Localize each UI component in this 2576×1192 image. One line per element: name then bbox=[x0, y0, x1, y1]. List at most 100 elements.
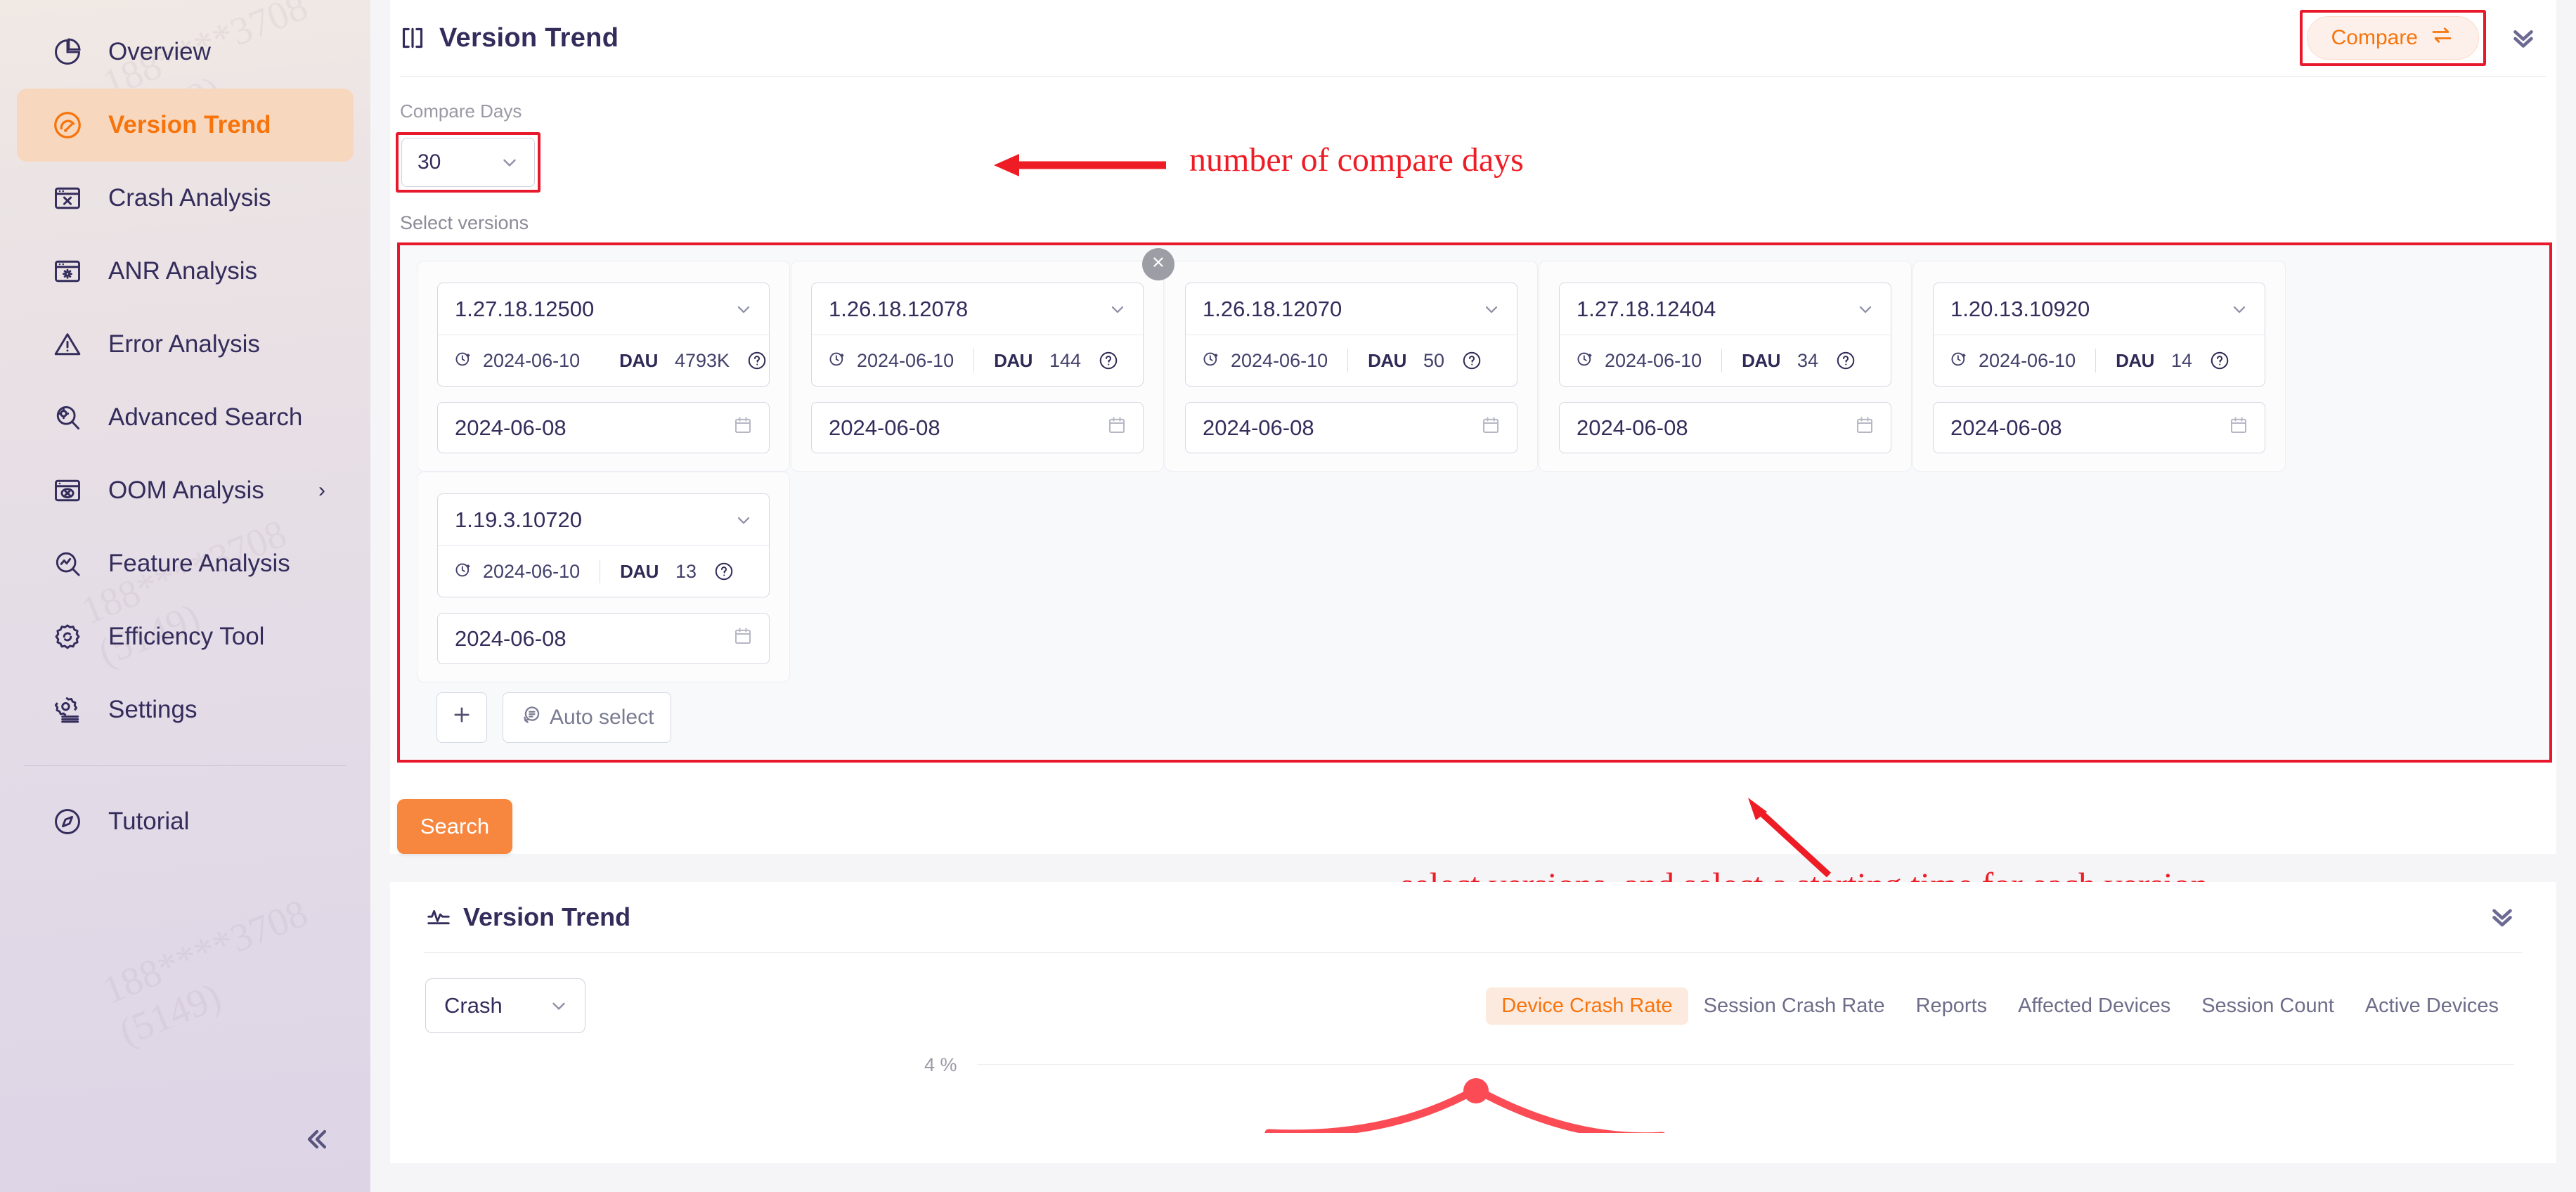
question-circle-icon[interactable] bbox=[2209, 350, 2230, 371]
chevron-right-icon[interactable]: › bbox=[318, 480, 325, 501]
sidebar-item-feature-analysis[interactable]: Feature Analysis bbox=[17, 527, 354, 600]
search-button[interactable]: Search bbox=[397, 799, 512, 854]
gear-refresh-icon bbox=[50, 619, 85, 654]
sidebar-item-label: Version Trend bbox=[108, 111, 271, 138]
chevron-down-icon bbox=[734, 299, 753, 319]
question-circle-icon[interactable] bbox=[713, 561, 734, 582]
chart-line-series bbox=[1264, 1078, 1665, 1133]
sidebar-item-label: Error Analysis bbox=[108, 330, 260, 358]
version-card: 1.19.3.10720 2024-06-10 DAU 13 2024-06-0… bbox=[417, 472, 790, 682]
window-spinner-icon bbox=[50, 254, 85, 289]
start-date-picker[interactable]: 2024-06-08 bbox=[437, 402, 770, 453]
sidebar-item-tutorial[interactable]: Tutorial bbox=[17, 785, 354, 858]
dau-label: DAU bbox=[619, 349, 658, 371]
start-date-picker[interactable]: 2024-06-08 bbox=[437, 613, 770, 664]
compare-days-select[interactable]: 30 bbox=[401, 138, 535, 187]
chart-data-point bbox=[1463, 1078, 1489, 1103]
sidebar-item-label: Settings bbox=[108, 696, 198, 723]
version-select[interactable]: 1.19.3.10720 bbox=[438, 494, 769, 545]
sidebar-item-label: Feature Analysis bbox=[108, 550, 290, 577]
warning-triangle-icon bbox=[50, 327, 85, 362]
remove-version-button[interactable] bbox=[1142, 248, 1174, 280]
start-date-picker[interactable]: 2024-06-08 bbox=[811, 402, 1144, 453]
version-select[interactable]: 1.26.18.12070 bbox=[1186, 283, 1517, 335]
compare-days-highlight-box: 30 bbox=[396, 132, 541, 193]
start-date-picker[interactable]: 2024-06-08 bbox=[1933, 402, 2265, 453]
compass-icon bbox=[50, 804, 85, 839]
panel-collapse-button[interactable] bbox=[2507, 20, 2544, 56]
sidebar-item-anr-analysis[interactable]: ANR Analysis bbox=[17, 235, 354, 308]
header-divider bbox=[400, 76, 2546, 77]
sidebar-item-oom-analysis[interactable]: OOM Analysis › bbox=[17, 454, 354, 527]
version-select-group: 1.20.13.10920 2024-06-10 DAU 14 bbox=[1933, 283, 2265, 387]
question-circle-icon[interactable] bbox=[1098, 350, 1119, 371]
tab-session-crash-rate[interactable]: Session Crash Rate bbox=[1688, 987, 1901, 1025]
release-date: 2024-06-10 bbox=[1231, 349, 1328, 371]
tab-reports[interactable]: Reports bbox=[1901, 987, 2003, 1025]
sidebar-item-advanced-search[interactable]: Advanced Search bbox=[17, 381, 354, 454]
calendar-icon bbox=[732, 626, 753, 652]
sidebar-item-overview[interactable]: Overview bbox=[17, 15, 354, 89]
sidebar-item-error-analysis[interactable]: Error Analysis bbox=[17, 308, 354, 381]
sidebar-item-label: OOM Analysis bbox=[108, 477, 264, 504]
dau-value: 50 bbox=[1423, 349, 1445, 371]
auto-select-button[interactable]: Auto select bbox=[503, 692, 672, 743]
clock-up-icon bbox=[827, 349, 847, 372]
sidebar-nav: Overview Version Trend Crash Analysis AN… bbox=[0, 15, 370, 746]
main-content: 188****3708 (5149) 188****3708 (5149) 18… bbox=[370, 0, 2576, 1192]
version-trend-panel: Version Trend Crash Device Crash Rate Se… bbox=[390, 882, 2556, 1163]
versions-selection-box: 1.27.18.12500 2024-06-10 DAU 4793K 2024-… bbox=[397, 242, 2552, 763]
version-select[interactable]: 1.20.13.10920 bbox=[1934, 283, 2265, 335]
pulse-line-icon bbox=[425, 904, 452, 931]
metric-type-value: Crash bbox=[444, 993, 503, 1018]
trend-panel-collapse-button[interactable] bbox=[2486, 900, 2518, 935]
tab-device-crash-rate[interactable]: Device Crash Rate bbox=[1486, 987, 1688, 1025]
version-select-group: 1.19.3.10720 2024-06-10 DAU 13 bbox=[437, 493, 770, 597]
question-circle-icon[interactable] bbox=[746, 350, 768, 371]
version-select[interactable]: 1.26.18.12078 bbox=[812, 283, 1143, 335]
start-date-picker[interactable]: 2024-06-08 bbox=[1559, 402, 1891, 453]
add-version-button[interactable] bbox=[436, 692, 487, 743]
divider bbox=[2095, 349, 2097, 372]
question-circle-icon[interactable] bbox=[1461, 350, 1482, 371]
double-chevron-down-icon bbox=[2507, 20, 2539, 56]
chevron-down-icon bbox=[1482, 299, 1501, 319]
sidebar-item-label: Advanced Search bbox=[108, 403, 303, 431]
sidebar-divider bbox=[24, 765, 347, 766]
version-select-group: 1.27.18.12404 2024-06-10 DAU 34 bbox=[1559, 283, 1891, 387]
compare-button[interactable]: Compare bbox=[2306, 16, 2479, 60]
sidebar-collapse-button[interactable] bbox=[299, 1123, 334, 1158]
metric-tabs: Device Crash Rate Session Crash Rate Rep… bbox=[1486, 987, 2514, 1025]
swap-arrows-icon bbox=[2429, 22, 2454, 53]
clock-up-icon bbox=[1575, 349, 1595, 372]
sidebar: 188****3708 (5149) 188****3708 (5149) 18… bbox=[0, 0, 370, 1192]
search-gear-icon bbox=[50, 400, 85, 435]
divider bbox=[1347, 349, 1349, 372]
version-select[interactable]: 1.27.18.12500 bbox=[438, 283, 769, 335]
clock-up-icon bbox=[453, 349, 473, 372]
version-meta: 2024-06-10 DAU 4793K bbox=[438, 335, 769, 386]
page-title: Version Trend bbox=[439, 22, 619, 53]
dau-label: DAU bbox=[2116, 349, 2154, 371]
sidebar-item-crash-analysis[interactable]: Crash Analysis bbox=[17, 162, 354, 235]
chevron-down-icon bbox=[734, 510, 753, 530]
version-select[interactable]: 1.27.18.12404 bbox=[1560, 283, 1891, 335]
gauge-icon bbox=[50, 108, 85, 143]
version-meta: 2024-06-10 DAU 34 bbox=[1560, 335, 1891, 386]
tab-session-count[interactable]: Session Count bbox=[2186, 987, 2350, 1025]
sidebar-item-label: ANR Analysis bbox=[108, 257, 258, 285]
tab-affected-devices[interactable]: Affected Devices bbox=[2002, 987, 2186, 1025]
version-value: 1.26.18.12070 bbox=[1203, 296, 1342, 321]
tab-active-devices[interactable]: Active Devices bbox=[2350, 987, 2514, 1025]
sidebar-item-efficiency-tool[interactable]: Efficiency Tool bbox=[17, 600, 354, 673]
watermark: 188****3708 (5149) bbox=[96, 890, 314, 1055]
question-circle-icon[interactable] bbox=[1835, 350, 1856, 371]
calendar-icon bbox=[1106, 415, 1127, 441]
auto-select-label: Auto select bbox=[550, 706, 654, 729]
chevron-down-icon bbox=[499, 152, 520, 173]
start-date-picker[interactable]: 2024-06-08 bbox=[1185, 402, 1517, 453]
metric-type-select[interactable]: Crash bbox=[425, 978, 585, 1033]
start-date-value: 2024-06-08 bbox=[455, 415, 567, 440]
sidebar-item-settings[interactable]: Settings bbox=[17, 673, 354, 746]
sidebar-item-version-trend[interactable]: Version Trend bbox=[17, 89, 354, 162]
